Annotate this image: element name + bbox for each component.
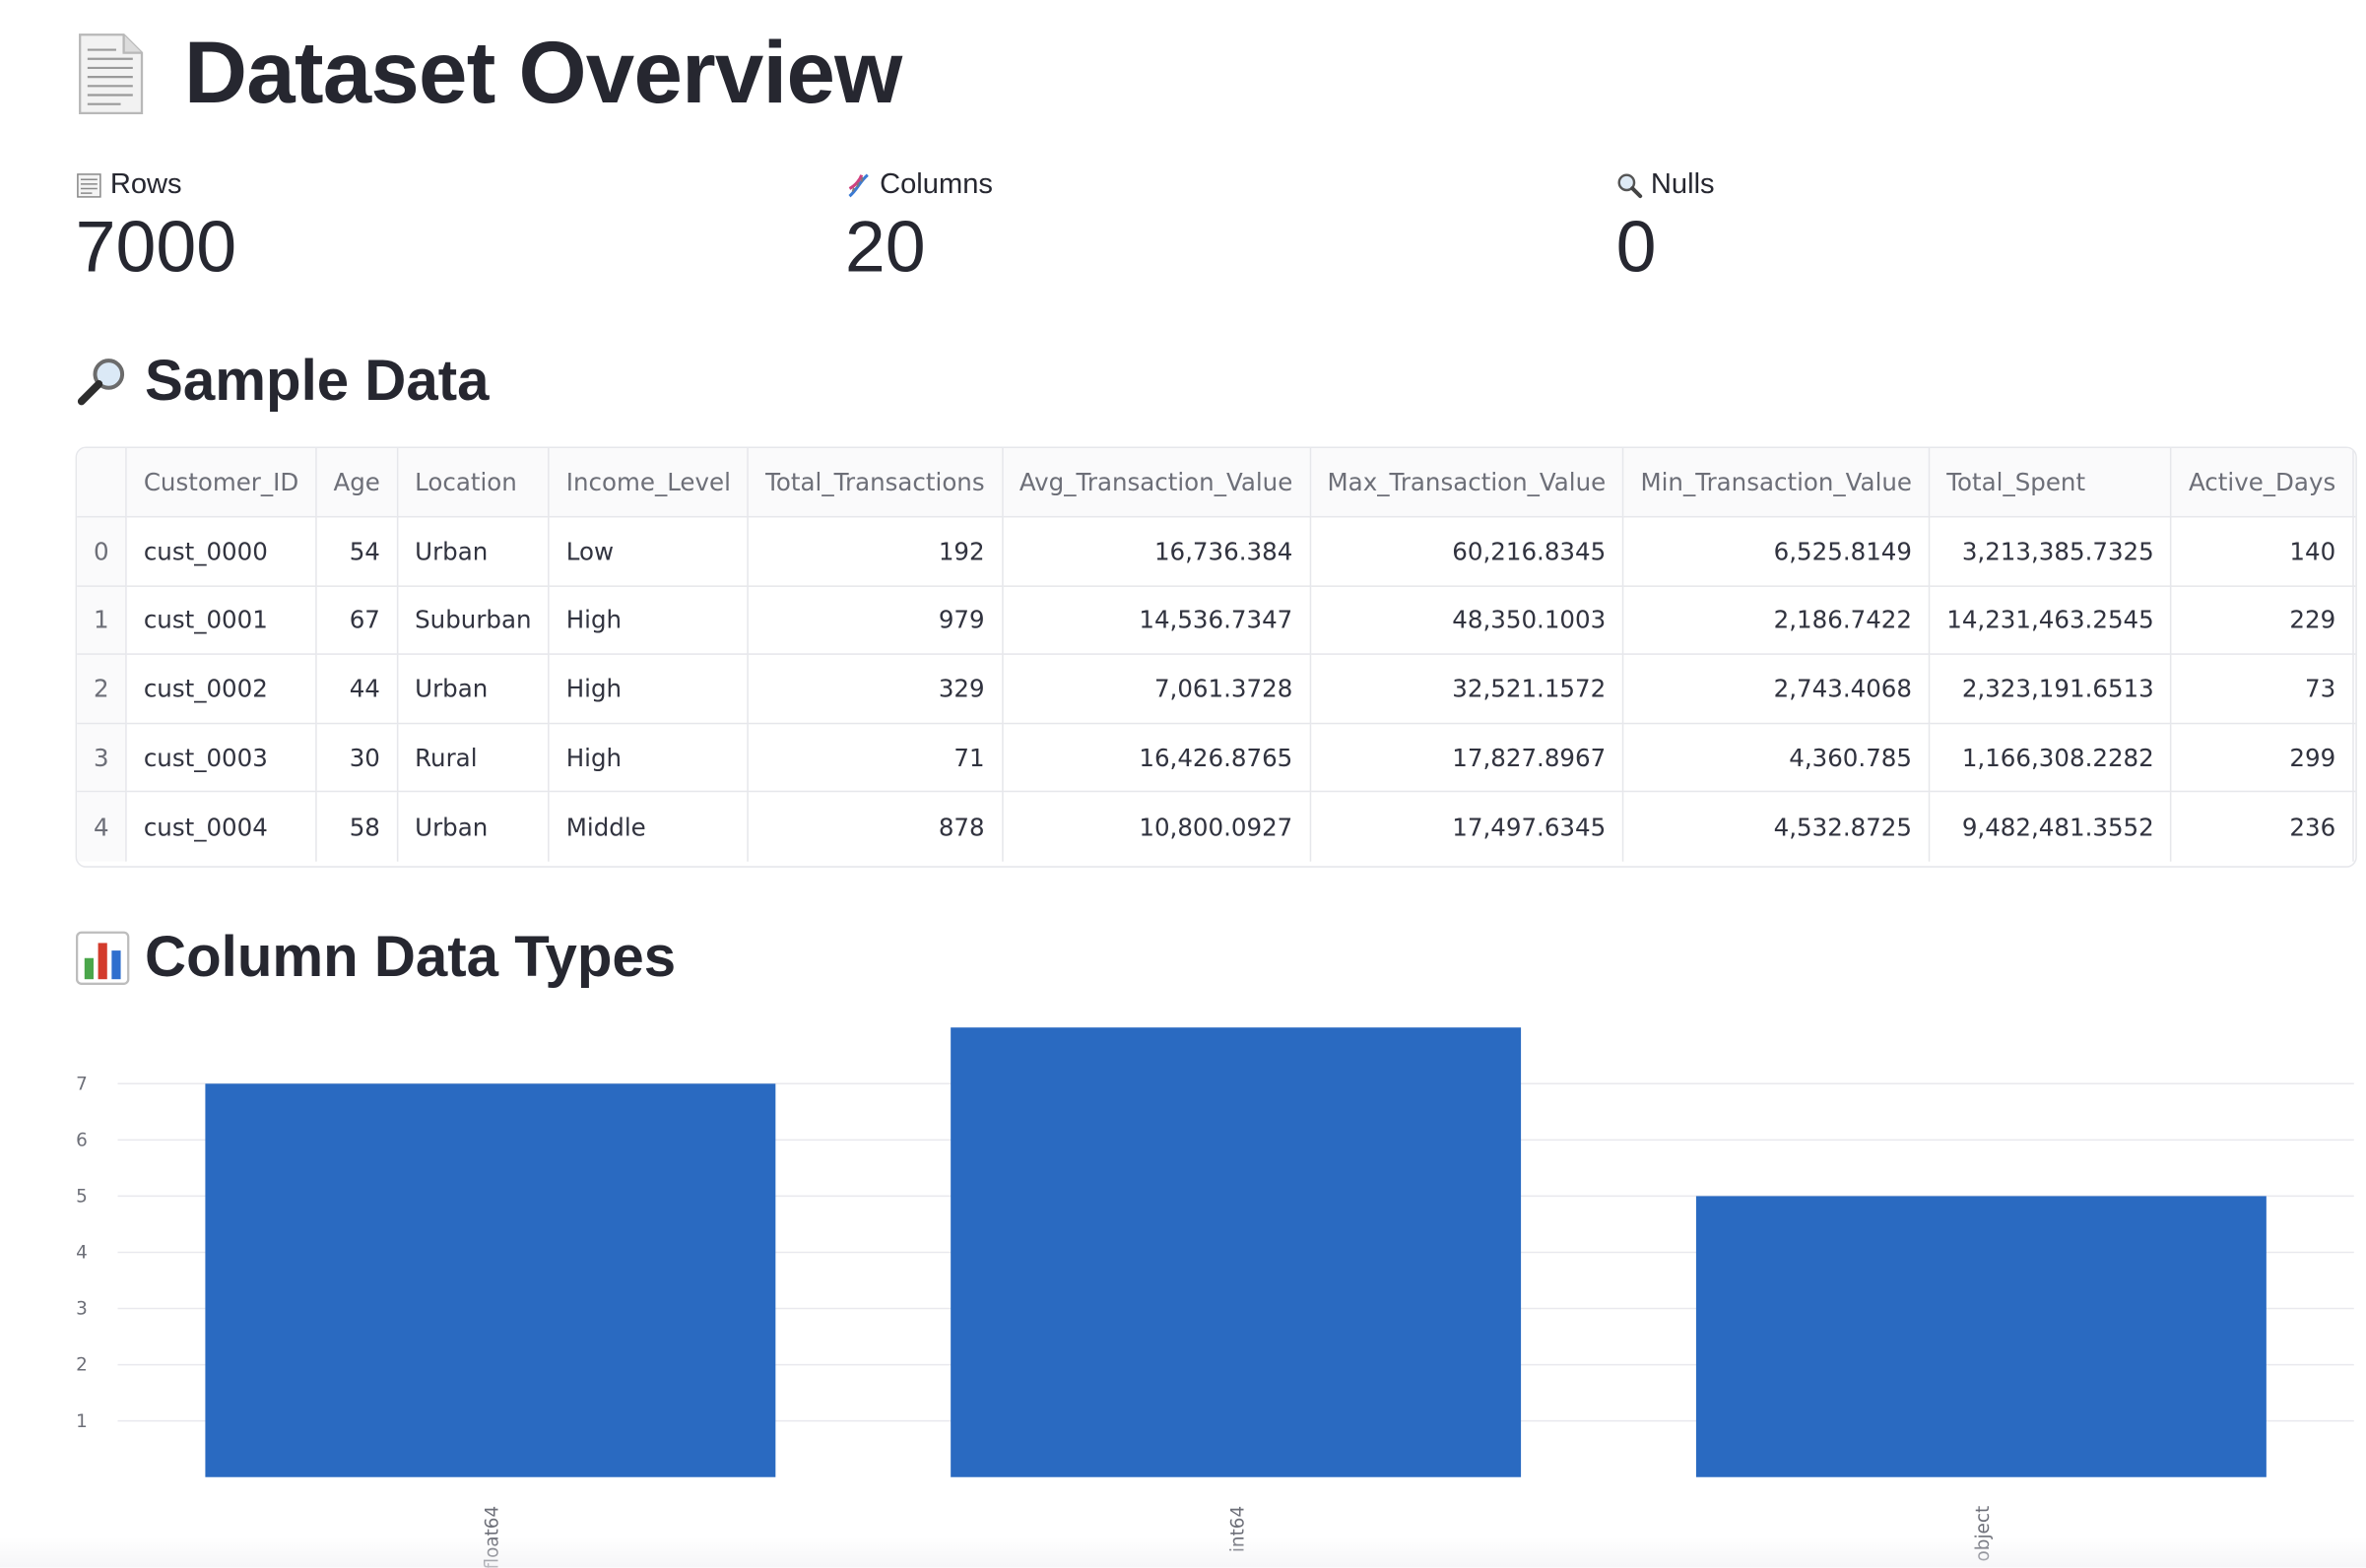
- y-tick-label: 4: [76, 1243, 88, 1264]
- y-tick-label: 1: [76, 1411, 88, 1432]
- bar-float64[interactable]: [205, 1083, 776, 1477]
- y-tick-label: 7: [76, 1074, 88, 1094]
- bar-int64[interactable]: [951, 1027, 1522, 1477]
- column-types-chart: 1234567float64int64object: [76, 1027, 2354, 1568]
- app-root: Dataset Overview Rows 7000 Columns 20 Nu…: [0, 0, 2366, 1568]
- y-tick-label: 2: [76, 1355, 88, 1376]
- y-tick-label: 5: [76, 1187, 88, 1208]
- bottom-edge: [0, 1537, 2366, 1568]
- y-tick-label: 6: [76, 1130, 88, 1150]
- y-tick-label: 3: [76, 1299, 88, 1320]
- bar-object[interactable]: [1695, 1196, 2267, 1477]
